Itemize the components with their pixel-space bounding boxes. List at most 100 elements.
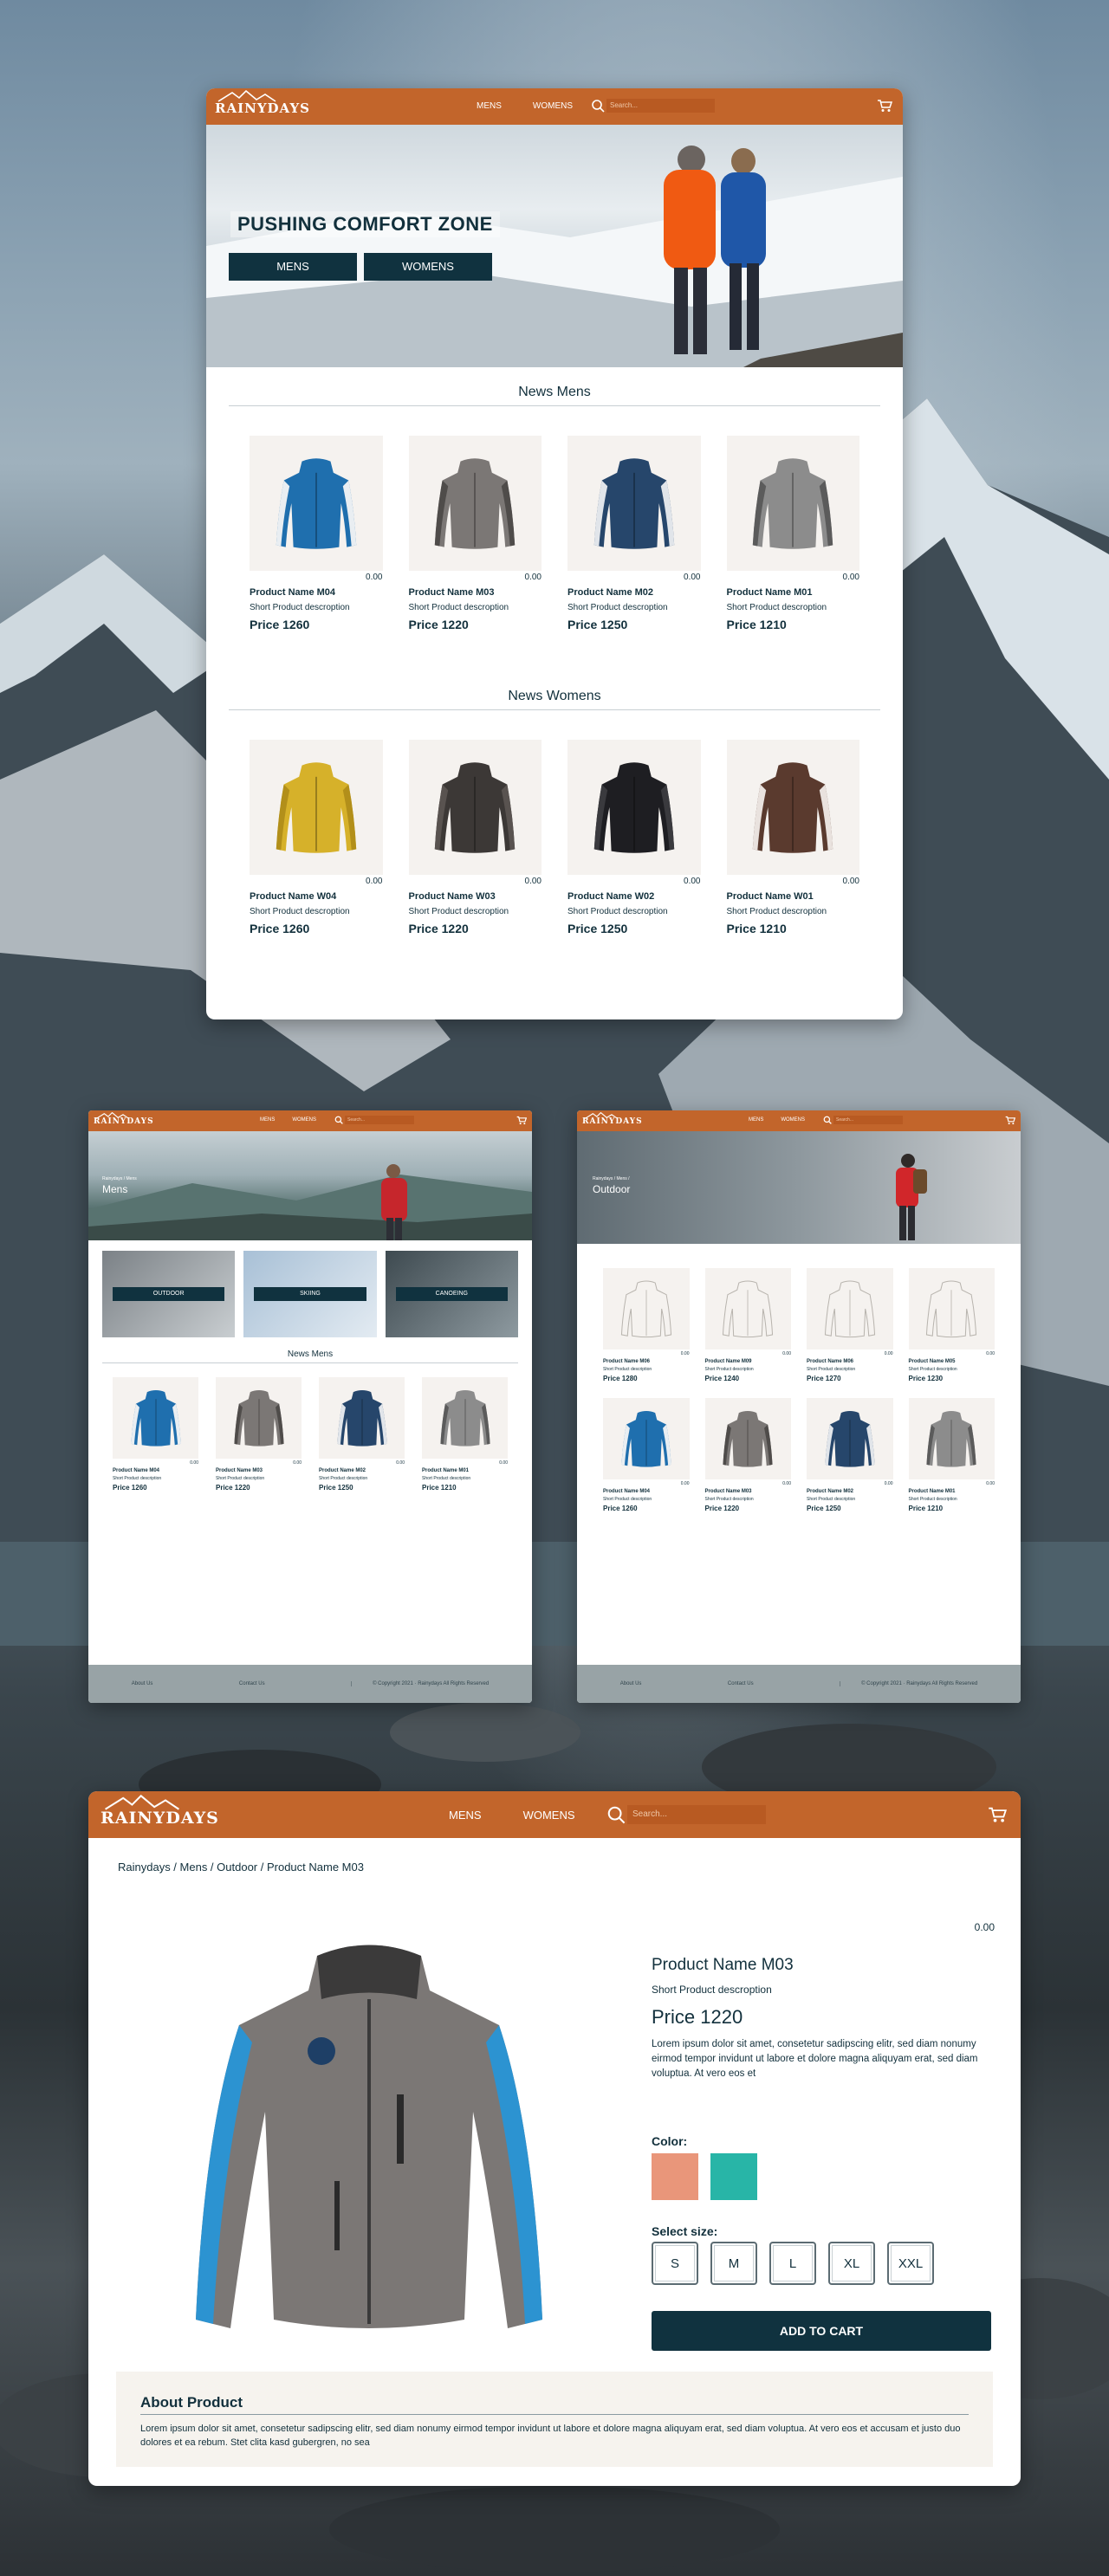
category-tile-canoeing[interactable]: CANOEING	[385, 1251, 518, 1337]
product-name[interactable]: Product Name M06	[807, 1359, 893, 1364]
product-name[interactable]: Product Name M02	[319, 1468, 405, 1473]
nav-mens[interactable]: MENS	[749, 1117, 763, 1123]
product-name[interactable]: Product Name M05	[909, 1359, 996, 1364]
product-name[interactable]: Product Name W03	[409, 891, 542, 902]
nav-womens[interactable]: WOMENS	[781, 1117, 805, 1123]
search-bar[interactable]: Search...	[606, 1805, 766, 1824]
product-thumbnail[interactable]	[603, 1268, 690, 1349]
product-card[interactable]: 0.00 Product Name M05 Short Product desc…	[908, 1268, 996, 1382]
color-swatch[interactable]	[710, 2153, 757, 2200]
product-thumbnail[interactable]	[726, 740, 859, 875]
product-card[interactable]: 0.00 Product Name M06 Short Product desc…	[603, 1268, 690, 1382]
category-label[interactable]: OUTDOOR	[113, 1287, 225, 1301]
size-button-m[interactable]: M	[710, 2242, 757, 2285]
product-thumbnail[interactable]	[908, 1398, 995, 1479]
search-input[interactable]: Search...	[345, 1116, 414, 1124]
search-bar[interactable]: Search...	[591, 99, 715, 113]
product-thumbnail[interactable]	[408, 740, 542, 875]
category-label[interactable]: SKIING	[254, 1287, 366, 1301]
product-card[interactable]: 0.00 Product Name M03 Short Product desc…	[704, 1398, 792, 1512]
search-bar[interactable]: Search...	[334, 1116, 414, 1124]
product-name[interactable]: Product Name W04	[250, 891, 383, 902]
hero-mens-button[interactable]: MENS	[229, 253, 357, 281]
nav-mens[interactable]: MENS	[449, 1809, 482, 1822]
nav-mens[interactable]: MENS	[477, 101, 502, 111]
product-thumbnail[interactable]	[422, 1377, 508, 1459]
product-thumbnail[interactable]	[807, 1268, 893, 1349]
cart-icon[interactable]	[1005, 1116, 1015, 1125]
footer-contact-link[interactable]: Contact Us	[728, 1681, 754, 1686]
nav-womens[interactable]: WOMENS	[292, 1117, 316, 1123]
product-card[interactable]: 0.00 Product Name M03 Short Product desc…	[408, 436, 542, 631]
cart-icon[interactable]	[877, 99, 892, 113]
product-card[interactable]: 0.00 Product Name W01 Short Product desc…	[726, 740, 860, 935]
breadcrumb[interactable]: Rainydays / Mens	[102, 1176, 137, 1181]
product-name[interactable]: Product Name M06	[603, 1359, 690, 1364]
product-thumbnail[interactable]	[113, 1377, 198, 1459]
footer-about-link[interactable]: About Us	[620, 1681, 642, 1686]
product-thumbnail[interactable]	[216, 1377, 302, 1459]
search-input[interactable]: Search...	[627, 1805, 766, 1824]
product-thumbnail[interactable]	[319, 1377, 405, 1459]
cart-icon[interactable]	[988, 1806, 1007, 1823]
size-button-l[interactable]: L	[769, 2242, 816, 2285]
product-card[interactable]: 0.00 Product Name M04 Short Product desc…	[603, 1398, 690, 1512]
add-to-cart-button[interactable]: ADD TO CART	[652, 2311, 991, 2351]
product-name[interactable]: Product Name M03	[705, 1489, 792, 1494]
product-card[interactable]: 0.00 Product Name M01 Short Product desc…	[726, 436, 859, 631]
product-thumbnail[interactable]	[704, 1398, 791, 1479]
cart-icon[interactable]	[516, 1116, 527, 1125]
product-name[interactable]: Product Name W01	[727, 891, 860, 902]
product-thumbnail[interactable]	[408, 436, 542, 571]
search-input[interactable]: Search...	[833, 1116, 903, 1124]
breadcrumb[interactable]: Rainydays / Mens / Outdoor / Product Nam…	[118, 1861, 364, 1874]
product-name[interactable]: Product Name M02	[807, 1489, 893, 1494]
product-card[interactable]: 0.00 Product Name M02 Short Product desc…	[319, 1377, 405, 1492]
nav-mens[interactable]: MENS	[260, 1117, 275, 1123]
product-card[interactable]: 0.00 Product Name M03 Short Product desc…	[216, 1377, 302, 1492]
product-card[interactable]: 0.00 Product Name M09 Short Product desc…	[704, 1268, 791, 1382]
logo[interactable]: RAINYDAYS	[101, 1795, 219, 1828]
product-thumbnail[interactable]	[603, 1398, 690, 1479]
product-thumbnail[interactable]	[567, 436, 701, 571]
product-card[interactable]: 0.00 Product Name M04 Short Product desc…	[250, 436, 383, 631]
size-button-xxl[interactable]: XXL	[887, 2242, 934, 2285]
logo[interactable]: RAINYDAYS	[94, 1112, 154, 1126]
product-name[interactable]: Product Name M04	[603, 1489, 690, 1494]
product-card[interactable]: 0.00 Product Name W04 Short Product desc…	[250, 740, 383, 935]
product-thumbnail[interactable]	[807, 1398, 893, 1479]
product-card[interactable]: 0.00 Product Name M02 Short Product desc…	[807, 1398, 893, 1512]
nav-womens[interactable]: WOMENS	[533, 101, 573, 111]
product-name[interactable]: Product Name M02	[567, 587, 701, 598]
product-thumbnail[interactable]	[250, 436, 383, 571]
product-name[interactable]: Product Name M03	[409, 587, 542, 598]
logo[interactable]: RAINYDAYS	[582, 1112, 643, 1126]
nav-womens[interactable]: WOMENS	[523, 1809, 575, 1822]
logo[interactable]: RAINYDAYS	[215, 90, 310, 116]
product-card[interactable]: 0.00 Product Name M04 Short Product desc…	[113, 1377, 198, 1492]
size-button-s[interactable]: S	[652, 2242, 698, 2285]
category-tile-outdoor[interactable]: OUTDOOR	[102, 1251, 236, 1337]
footer-contact-link[interactable]: Contact Us	[239, 1681, 265, 1686]
hero-womens-button[interactable]: WOMENS	[364, 253, 492, 281]
product-thumbnail[interactable]	[567, 740, 701, 875]
product-card[interactable]: 0.00 Product Name M01 Short Product desc…	[908, 1398, 996, 1512]
footer-about-link[interactable]: About Us	[132, 1681, 153, 1686]
product-card[interactable]: 0.00 Product Name M02 Short Product desc…	[567, 436, 701, 631]
product-thumbnail[interactable]	[908, 1268, 995, 1349]
product-thumbnail[interactable]	[704, 1268, 791, 1349]
breadcrumb[interactable]: Rainydays / Mens /	[593, 1176, 630, 1181]
product-name[interactable]: Product Name M01	[909, 1489, 996, 1494]
category-label[interactable]: CANOEING	[395, 1287, 508, 1301]
color-swatch[interactable]	[652, 2153, 698, 2200]
product-name[interactable]: Product Name W02	[567, 891, 701, 902]
product-name[interactable]: Product Name M01	[422, 1468, 508, 1473]
product-thumbnail[interactable]	[250, 740, 383, 875]
product-name[interactable]: Product Name M03	[216, 1468, 302, 1473]
search-bar[interactable]: Search...	[823, 1116, 903, 1124]
size-button-xl[interactable]: XL	[828, 2242, 875, 2285]
category-tile-skiing[interactable]: SKIING	[243, 1251, 377, 1337]
search-input[interactable]: Search...	[606, 99, 715, 113]
product-card[interactable]: 0.00 Product Name M06 Short Product desc…	[807, 1268, 893, 1382]
product-card[interactable]: 0.00 Product Name M01 Short Product desc…	[422, 1377, 508, 1492]
